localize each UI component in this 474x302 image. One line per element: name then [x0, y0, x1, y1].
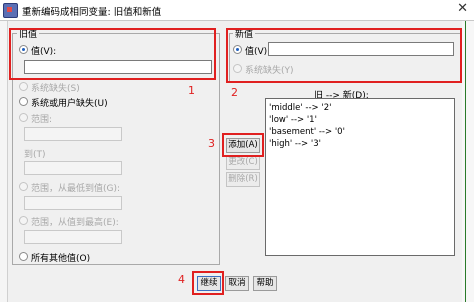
app-icon: [3, 3, 18, 18]
list-item[interactable]: 'middle' --> '2': [269, 103, 331, 113]
list-item[interactable]: 'high' --> '3': [269, 139, 321, 149]
range-highest-radio[interactable]: [19, 216, 28, 225]
remove-button[interactable]: 删除(R): [226, 172, 260, 187]
system-missing-radio[interactable]: [19, 82, 28, 91]
highlight-box-2: [226, 28, 462, 83]
highlight-box-3: [222, 133, 264, 157]
mapping-list[interactable]: 'middle' --> '2' 'low' --> '1' 'basement…: [265, 98, 455, 256]
help-button[interactable]: 帮助: [253, 276, 277, 291]
close-icon[interactable]: ✕: [457, 1, 468, 16]
range-lowest-input[interactable]: [24, 196, 122, 210]
range-highest-input[interactable]: [24, 230, 122, 244]
range-radio[interactable]: [19, 113, 28, 122]
annotation-1: 1: [188, 84, 195, 97]
cancel-button[interactable]: 取消: [225, 276, 249, 291]
range-to-label: 到(T): [24, 150, 46, 160]
range-to-input[interactable]: [24, 161, 122, 175]
annotation-3: 3: [208, 137, 215, 150]
range-from-input[interactable]: [24, 127, 122, 141]
range-lowest-label: 范围，从最低到值(G):: [31, 184, 121, 194]
list-item[interactable]: 'basement' --> '0': [269, 127, 345, 137]
all-other-values-label: 所有其他值(O): [31, 254, 91, 264]
system-missing-label: 系统缺失(S): [31, 84, 80, 94]
background-window-edge: [0, 21, 8, 302]
highlight-box-1: [9, 28, 216, 80]
range-label: 范围:: [31, 115, 53, 125]
system-or-user-missing-radio[interactable]: [19, 97, 28, 106]
range-lowest-radio[interactable]: [19, 182, 28, 191]
all-other-values-radio[interactable]: [19, 252, 28, 261]
window-title: 重新编码成相同变量: 旧值和新值: [22, 7, 162, 18]
annotation-4: 4: [178, 273, 185, 286]
annotation-2: 2: [231, 86, 238, 99]
change-button[interactable]: 更改(C): [226, 155, 260, 170]
range-highest-label: 范围，从值到最高(E):: [31, 218, 119, 228]
background-window-edge-right: [462, 21, 474, 302]
list-item[interactable]: 'low' --> '1': [269, 115, 317, 125]
title-bar: 重新编码成相同变量: 旧值和新值 ✕: [0, 0, 474, 21]
highlight-box-4: [192, 271, 224, 295]
system-or-user-missing-label: 系统或用户缺失(U): [31, 99, 108, 109]
